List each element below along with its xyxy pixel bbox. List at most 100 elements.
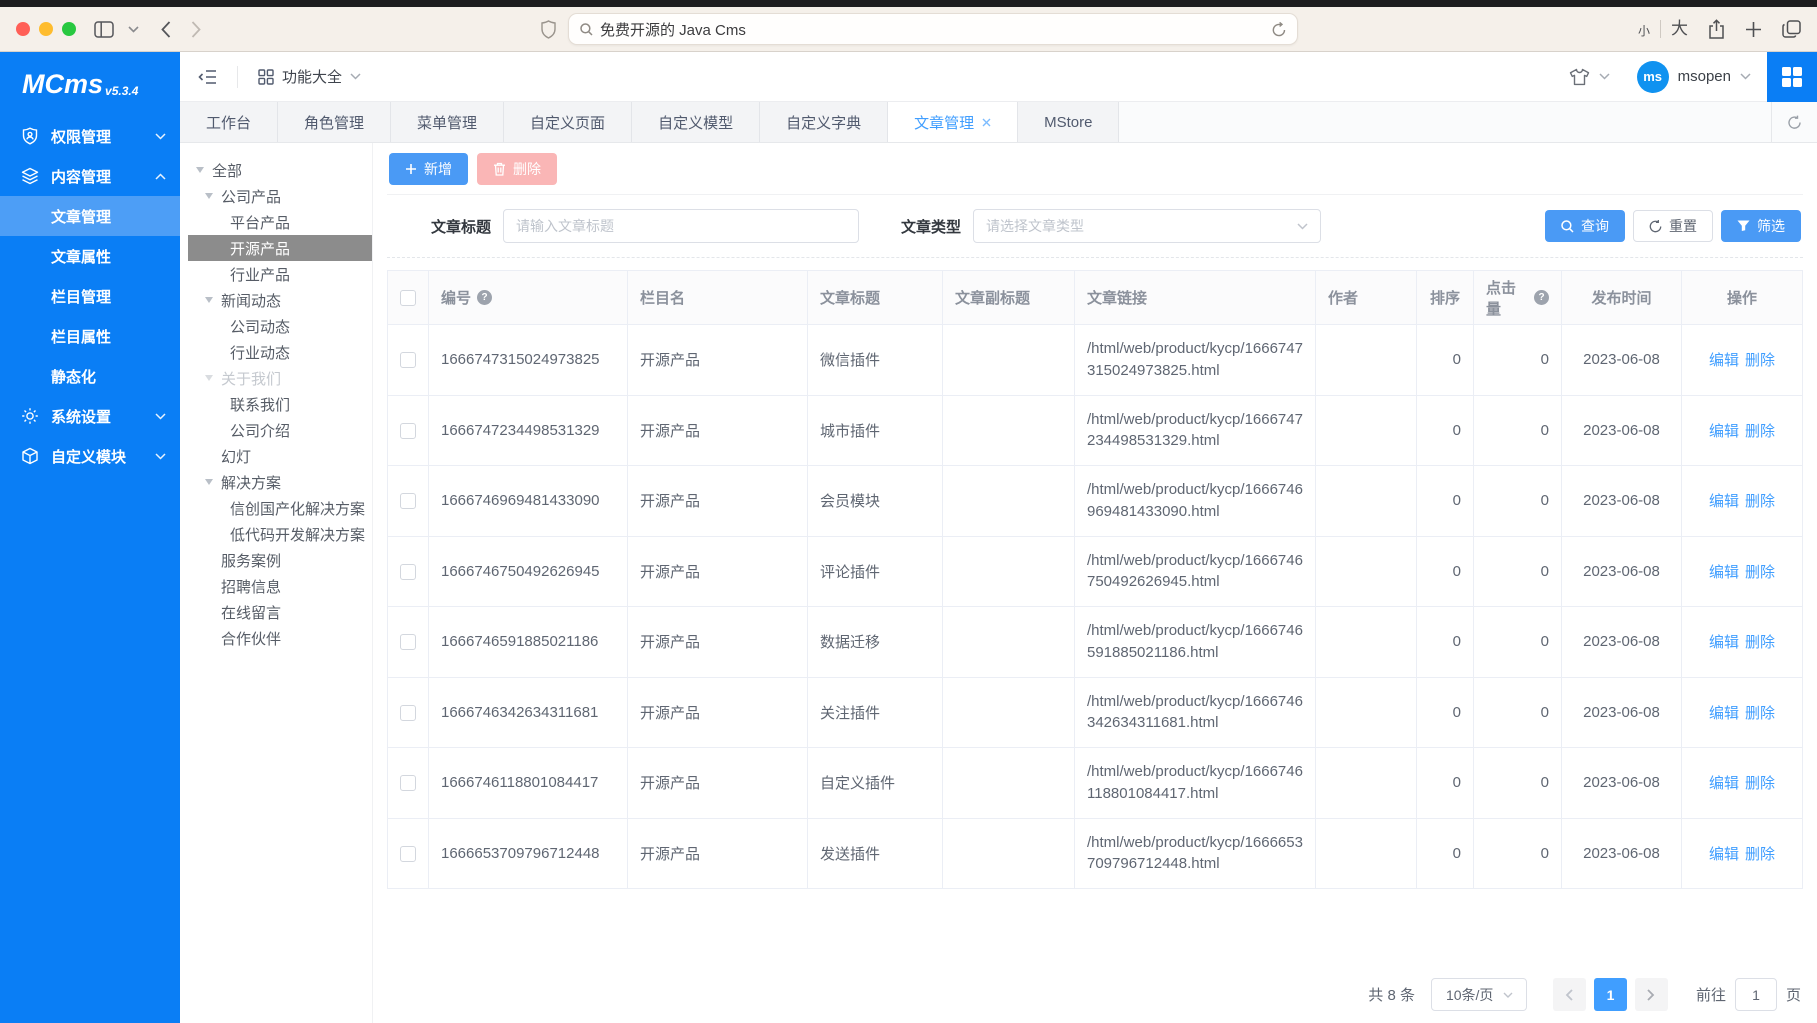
delete-link[interactable]: 删除	[1745, 493, 1775, 510]
row-checkbox[interactable]	[400, 705, 416, 721]
edit-link[interactable]: 编辑	[1709, 634, 1739, 651]
tab-workbench[interactable]: 工作台	[180, 102, 278, 142]
reload-icon[interactable]	[1272, 22, 1286, 37]
tree-node[interactable]: 服务案例	[188, 547, 372, 573]
tree-node[interactable]: 新闻动态	[188, 287, 372, 313]
edit-link[interactable]: 编辑	[1709, 846, 1739, 863]
username[interactable]: msopen	[1678, 68, 1731, 85]
tree-node[interactable]: 行业产品	[188, 261, 372, 287]
new-tab-icon[interactable]	[1745, 21, 1762, 38]
tab-menu-management[interactable]: 菜单管理	[391, 102, 504, 142]
close-tab-icon[interactable]	[982, 118, 991, 127]
delete-link[interactable]: 删除	[1745, 775, 1775, 792]
tree-node-selected[interactable]: 开源产品	[188, 235, 372, 261]
delete-link[interactable]: 删除	[1745, 564, 1775, 581]
filter-button[interactable]: 筛选	[1721, 210, 1801, 242]
minimize-window-button[interactable]	[39, 22, 53, 36]
reset-button[interactable]: 重置	[1633, 210, 1713, 242]
article-type-select[interactable]: 请选择文章类型	[973, 209, 1321, 243]
sidebar-group-content[interactable]: 内容管理	[0, 156, 180, 196]
tree-node[interactable]: 公司动态	[188, 313, 372, 339]
next-page-button[interactable]	[1635, 978, 1668, 1011]
sidebar-group-permission[interactable]: 权限管理	[0, 116, 180, 156]
sidebar-item-article-attributes[interactable]: 文章属性	[0, 236, 180, 276]
edit-link[interactable]: 编辑	[1709, 564, 1739, 581]
tree-node-disabled[interactable]: 关于我们	[188, 365, 372, 391]
tab-custom-dict[interactable]: 自定义字典	[760, 102, 888, 142]
sidebar-group-custom-modules[interactable]: 自定义模块	[0, 436, 180, 476]
chevron-down-icon[interactable]	[1740, 73, 1751, 80]
tree-node[interactable]: 解决方案	[188, 469, 372, 495]
help-icon[interactable]	[477, 290, 492, 305]
caret-down-icon[interactable]	[205, 193, 221, 199]
tab-overview-icon[interactable]	[1782, 20, 1801, 38]
theme-shirt-icon[interactable]	[1569, 68, 1590, 86]
delete-link[interactable]: 删除	[1745, 634, 1775, 651]
sidebar-item-staticize[interactable]: 静态化	[0, 356, 180, 396]
row-checkbox[interactable]	[400, 423, 416, 439]
help-icon[interactable]	[1534, 290, 1549, 305]
caret-down-icon[interactable]	[205, 297, 221, 303]
row-checkbox[interactable]	[400, 846, 416, 862]
tab-custom-page[interactable]: 自定义页面	[504, 102, 632, 142]
tab-custom-model[interactable]: 自定义模型	[632, 102, 760, 142]
row-checkbox[interactable]	[400, 493, 416, 509]
tree-node[interactable]: 公司介绍	[188, 417, 372, 443]
collapse-sidebar-icon[interactable]	[198, 69, 217, 85]
row-checkbox[interactable]	[400, 634, 416, 650]
edit-link[interactable]: 编辑	[1709, 775, 1739, 792]
tree-node[interactable]: 招聘信息	[188, 573, 372, 599]
tree-node-all[interactable]: 全部	[188, 157, 372, 183]
zoom-window-button[interactable]	[62, 22, 76, 36]
close-window-button[interactable]	[16, 22, 30, 36]
caret-down-icon[interactable]	[205, 479, 221, 485]
refresh-tab-button[interactable]	[1771, 102, 1817, 142]
forward-button[interactable]	[191, 21, 201, 38]
search-button[interactable]: 查询	[1545, 210, 1625, 242]
delete-link[interactable]: 删除	[1745, 705, 1775, 722]
tree-node[interactable]: 公司产品	[188, 183, 372, 209]
row-checkbox[interactable]	[400, 352, 416, 368]
sidebar-toggle-icon[interactable]	[94, 21, 114, 38]
delete-link[interactable]: 删除	[1745, 352, 1775, 369]
tree-node[interactable]: 平台产品	[188, 209, 372, 235]
app-switcher[interactable]: 功能大全	[258, 66, 361, 87]
tab-mstore[interactable]: MStore	[1018, 102, 1119, 142]
edit-link[interactable]: 编辑	[1709, 352, 1739, 369]
select-all-checkbox[interactable]	[400, 290, 416, 306]
chevron-down-icon[interactable]	[1599, 73, 1610, 80]
edit-link[interactable]: 编辑	[1709, 423, 1739, 440]
delete-button[interactable]: 删除	[477, 153, 557, 185]
delete-link[interactable]: 删除	[1745, 423, 1775, 440]
tree-node[interactable]: 在线留言	[188, 599, 372, 625]
caret-down-icon[interactable]	[196, 167, 212, 173]
caret-down-icon[interactable]	[205, 375, 221, 381]
tree-node[interactable]: 幻灯	[188, 443, 372, 469]
tab-article-management[interactable]: 文章管理	[888, 102, 1018, 142]
text-size-button[interactable]: 小 大	[1638, 20, 1688, 38]
prev-page-button[interactable]	[1553, 978, 1586, 1011]
edit-link[interactable]: 编辑	[1709, 705, 1739, 722]
page-1-button[interactable]: 1	[1594, 978, 1627, 1011]
article-title-input[interactable]	[503, 209, 859, 243]
back-button[interactable]	[161, 21, 171, 38]
address-bar[interactable]: 免费开源的 Java Cms	[568, 13, 1298, 45]
share-icon[interactable]	[1708, 19, 1725, 39]
sidebar-group-system-settings[interactable]: 系统设置	[0, 396, 180, 436]
add-button[interactable]: 新增	[389, 153, 468, 185]
tree-node[interactable]: 信创国产化解决方案	[188, 495, 372, 521]
goto-page-input[interactable]	[1735, 978, 1777, 1011]
privacy-shield-icon[interactable]	[541, 20, 556, 39]
row-checkbox[interactable]	[400, 564, 416, 580]
sidebar-item-article-management[interactable]: 文章管理	[0, 196, 180, 236]
sidebar-item-column-management[interactable]: 栏目管理	[0, 276, 180, 316]
chevron-down-icon[interactable]	[128, 26, 139, 33]
delete-link[interactable]: 删除	[1745, 846, 1775, 863]
page-size-select[interactable]: 10条/页	[1431, 978, 1527, 1011]
sidebar-item-column-attributes[interactable]: 栏目属性	[0, 316, 180, 356]
tree-node[interactable]: 合作伙伴	[188, 625, 372, 651]
tree-node[interactable]: 行业动态	[188, 339, 372, 365]
tree-node[interactable]: 低代码开发解决方案	[188, 521, 372, 547]
tree-node[interactable]: 联系我们	[188, 391, 372, 417]
tab-role-management[interactable]: 角色管理	[278, 102, 391, 142]
